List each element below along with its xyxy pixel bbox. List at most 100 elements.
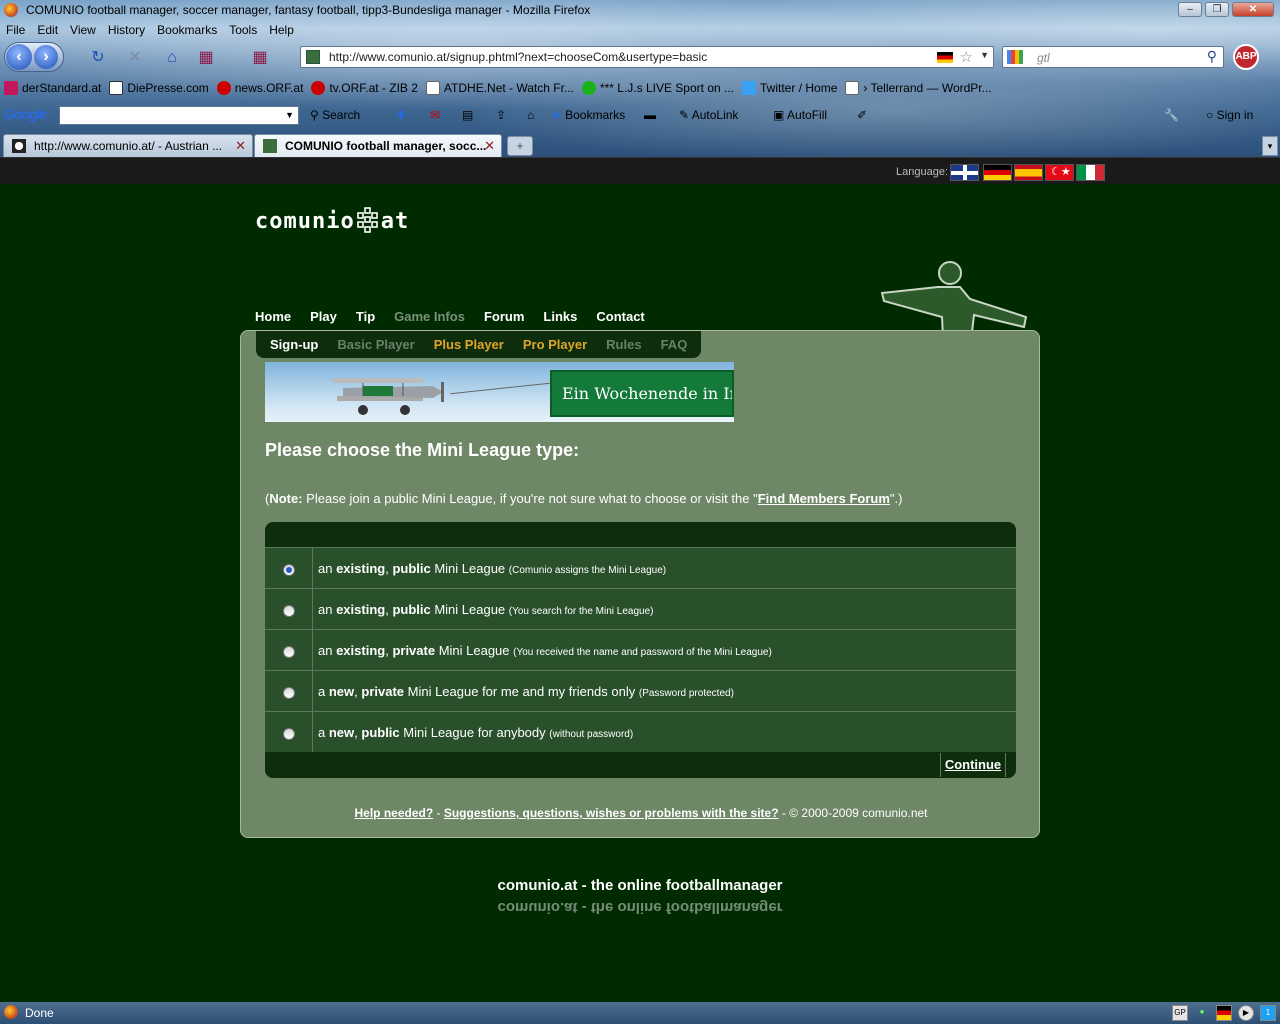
- gp-icon[interactable]: GP: [1172, 1005, 1188, 1021]
- google-engine-icon[interactable]: [1007, 50, 1023, 64]
- bookmark-item[interactable]: › Tellerrand — WordPr...: [845, 81, 992, 95]
- nav-home[interactable]: Home: [255, 309, 291, 324]
- bookmark-item[interactable]: news.ORF.at: [216, 81, 303, 95]
- signin-button[interactable]: ○ Sign in: [1206, 108, 1253, 122]
- dot-icon: ●: [1199, 1007, 1205, 1016]
- chevron-down-icon[interactable]: ▼: [285, 110, 294, 120]
- highlight-icon[interactable]: ▬: [644, 108, 656, 122]
- search-icon[interactable]: ⚲: [1207, 48, 1217, 65]
- twitter-status-icon[interactable]: 1: [1260, 1005, 1276, 1021]
- league-type-radio[interactable]: [283, 605, 295, 617]
- german-flag-status-icon[interactable]: [1216, 1005, 1232, 1021]
- menu-bookmarks[interactable]: Bookmarks: [157, 23, 217, 37]
- league-type-radio[interactable]: [283, 564, 295, 576]
- speeddial-icon[interactable]: ▦: [196, 48, 216, 68]
- league-option-label[interactable]: a new, public Mini League for anybody (w…: [318, 725, 633, 740]
- turkish-flag-icon[interactable]: [1045, 164, 1074, 181]
- league-type-radio[interactable]: [283, 687, 295, 699]
- league-type-radio[interactable]: [283, 728, 295, 740]
- share-icon[interactable]: ⇪: [496, 108, 506, 122]
- close-tab-icon[interactable]: ✕: [484, 138, 495, 154]
- autofill-button[interactable]: ▣ AutoFill: [773, 108, 827, 122]
- bank-icon[interactable]: ⌂: [527, 108, 534, 122]
- league-type-radio[interactable]: [283, 646, 295, 658]
- italian-flag-icon[interactable]: [1076, 164, 1105, 181]
- reload-icon[interactable]: ↻: [88, 48, 108, 68]
- nav-links[interactable]: Links: [543, 309, 577, 324]
- plus-icon[interactable]: ✚: [396, 108, 406, 122]
- menu-file[interactable]: File: [6, 23, 25, 37]
- play-icon[interactable]: ▶: [1238, 1005, 1254, 1021]
- league-option-row[interactable]: a new, public Mini League for anybody (w…: [265, 711, 1016, 752]
- ad-banner[interactable]: Ein Wochenende in Irl: [265, 362, 734, 422]
- subnav-plus-player[interactable]: Plus Player: [434, 337, 504, 352]
- subnav-pro-player[interactable]: Pro Player: [523, 337, 587, 352]
- pencil-icon[interactable]: ✐: [857, 108, 867, 122]
- maximize-button[interactable]: ❐: [1205, 2, 1229, 17]
- wrench-icon[interactable]: 🔧: [1164, 108, 1179, 122]
- menu-view[interactable]: View: [70, 23, 96, 37]
- minimize-button[interactable]: –: [1178, 2, 1202, 17]
- league-option-row[interactable]: a new, private Mini League for me and my…: [265, 670, 1016, 711]
- url-text[interactable]: http://www.comunio.at/signup.phtml?next=…: [329, 50, 707, 64]
- nav-play[interactable]: Play: [310, 309, 337, 324]
- home-icon[interactable]: ⌂: [162, 48, 182, 68]
- autolink-button[interactable]: ✎ AutoLink: [679, 108, 738, 122]
- german-flag-icon[interactable]: [983, 164, 1012, 181]
- tab-list-icon[interactable]: ▾: [1262, 136, 1278, 156]
- google-bookmarks-button[interactable]: ★ Bookmarks: [551, 108, 625, 122]
- tab-comunio-home[interactable]: http://www.comunio.at/ - Austrian ... ✕: [3, 134, 253, 157]
- subnav-basic-player[interactable]: Basic Player: [337, 337, 414, 352]
- nav-contact[interactable]: Contact: [596, 309, 644, 324]
- league-option-label[interactable]: an existing, private Mini League (You re…: [318, 643, 772, 658]
- google-search-input[interactable]: ▼: [59, 106, 299, 125]
- nav-tip[interactable]: Tip: [356, 309, 375, 324]
- stop-icon[interactable]: ✕: [125, 48, 145, 68]
- adblock-icon[interactable]: ABP: [1233, 44, 1259, 70]
- find-members-forum-link[interactable]: Find Members Forum: [758, 491, 890, 506]
- help-link[interactable]: Help needed?: [354, 806, 433, 820]
- bookmark-star-icon[interactable]: ☆: [960, 48, 973, 66]
- league-option-label[interactable]: an existing, public Mini League (You sea…: [318, 602, 654, 617]
- bookmark-item[interactable]: *** L.J.s LIVE Sport on ...: [581, 81, 734, 95]
- spanish-flag-icon[interactable]: [1014, 164, 1043, 181]
- bookmark-item[interactable]: derStandard.at: [4, 81, 101, 95]
- search-input[interactable]: gtl: [1037, 51, 1050, 65]
- bookmark-item[interactable]: Twitter / Home: [742, 81, 837, 95]
- bookmark-item[interactable]: tv.ORF.at - ZIB 2: [311, 81, 418, 95]
- menu-history[interactable]: History: [108, 23, 145, 37]
- league-option-label[interactable]: a new, private Mini League for me and my…: [318, 684, 734, 699]
- google-search-button[interactable]: ⚲ Search: [310, 108, 360, 122]
- tab-strip: http://www.comunio.at/ - Austrian ... ✕ …: [0, 132, 1280, 157]
- tab-comunio-signup[interactable]: COMUNIO football manager, socc... ✕: [254, 134, 502, 157]
- league-option-row[interactable]: an existing, public Mini League (Comunio…: [265, 547, 1016, 588]
- menu-tools[interactable]: Tools: [229, 23, 257, 37]
- search-bar[interactable]: gtl ⚲: [1002, 46, 1224, 68]
- close-window-button[interactable]: ✕: [1232, 2, 1274, 17]
- bookmark-item[interactable]: DiePresse.com: [109, 81, 209, 95]
- forward-icon[interactable]: ›: [34, 45, 58, 69]
- league-option-label[interactable]: an existing, public Mini League (Comunio…: [318, 561, 666, 576]
- league-option-row[interactable]: an existing, private Mini League (You re…: [265, 629, 1016, 670]
- subnav-faq[interactable]: FAQ: [661, 337, 688, 352]
- close-tab-icon[interactable]: ✕: [235, 138, 246, 154]
- url-dropdown-icon[interactable]: ▼: [980, 50, 989, 60]
- back-icon[interactable]: ‹: [6, 44, 32, 70]
- league-option-row[interactable]: an existing, public Mini League (You sea…: [265, 588, 1016, 629]
- english-flag-icon[interactable]: [950, 164, 979, 181]
- subnav-rules[interactable]: Rules: [606, 337, 641, 352]
- new-tab-button[interactable]: +: [507, 136, 533, 156]
- nav-game-infos[interactable]: Game Infos: [394, 309, 465, 324]
- calendar-icon[interactable]: ▤: [462, 108, 473, 122]
- bookmark-item[interactable]: ATDHE.Net - Watch Fr...: [425, 81, 574, 95]
- comunio-logo[interactable]: comunio at: [255, 207, 409, 235]
- tile-icon[interactable]: ▦: [250, 48, 270, 68]
- menu-edit[interactable]: Edit: [37, 23, 58, 37]
- subnav-signup[interactable]: Sign-up: [270, 337, 318, 352]
- suggestions-link[interactable]: Suggestions, questions, wishes or proble…: [444, 806, 779, 820]
- address-bar[interactable]: http://www.comunio.at/signup.phtml?next=…: [300, 46, 994, 68]
- continue-button[interactable]: Continue: [940, 753, 1006, 777]
- nav-forum[interactable]: Forum: [484, 309, 524, 324]
- menu-help[interactable]: Help: [269, 23, 294, 37]
- gmail-icon[interactable]: ✉: [430, 108, 440, 122]
